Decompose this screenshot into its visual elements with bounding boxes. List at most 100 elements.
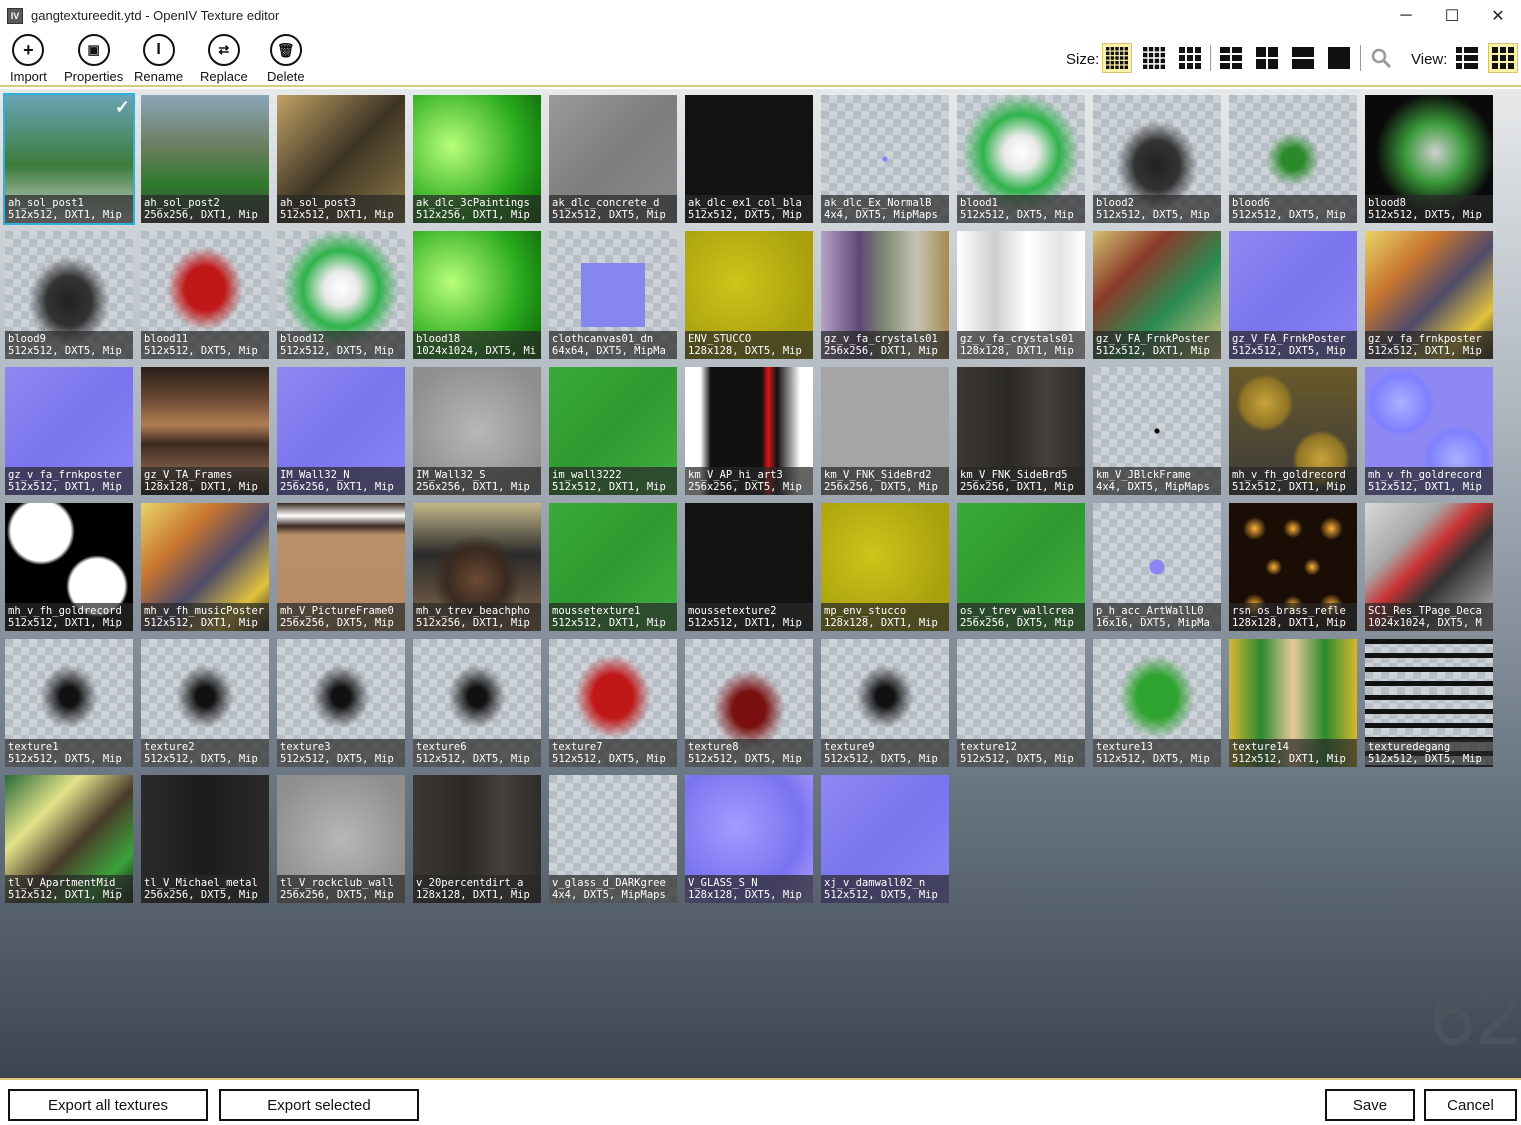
- texture-tile[interactable]: mh_v_trev_beachpho 512x256, DXT1, Mip: [413, 503, 541, 631]
- texture-tile[interactable]: blood18 1024x1024, DXT5, Mi: [413, 231, 541, 359]
- texture-tile[interactable]: gz_v_fa_frnkposter 512x512, DXT1, Mip: [1365, 231, 1493, 359]
- texture-tile[interactable]: mh_v_fh_musicPoster 512x512, DXT1, Mip: [141, 503, 269, 631]
- texture-tile[interactable]: gz_V_FA_FrnkPoster 512x512, DXT1, Mip: [1093, 231, 1221, 359]
- export-selected-button[interactable]: Export selected: [219, 1089, 419, 1121]
- texture-tile[interactable]: tl_V_Michael_metal 256x256, DXT5, Mip: [141, 775, 269, 903]
- texture-tile[interactable]: texturedegang 512x512, DXT5, Mip: [1365, 639, 1493, 767]
- texture-tile[interactable]: p_h_acc_ArtWallL0 16x16, DXT5, MipMa: [1093, 503, 1221, 631]
- size-list-button[interactable]: [1216, 43, 1246, 73]
- texture-caption: IM_Wall32_S 256x256, DXT1, Mip: [413, 467, 541, 495]
- texture-tile[interactable]: tl_V_ApartmentMid_ 512x512, DXT1, Mip: [5, 775, 133, 903]
- texture-tile[interactable]: mh_v_fh_goldrecord 512x512, DXT1, Mip: [1229, 367, 1357, 495]
- replace-button[interactable]: ⇄ Replace: [200, 34, 248, 84]
- texture-tile[interactable]: mh_v_fh_goldrecord 512x512, DXT1, Mip: [1365, 367, 1493, 495]
- texture-tile[interactable]: blood11 512x512, DXT5, Mip: [141, 231, 269, 359]
- texture-tile[interactable]: texture7 512x512, DXT5, Mip: [549, 639, 677, 767]
- texture-grid: 62 ah_sol_post1 512x512, DXT1, Mip ✓ ah_sol…: [0, 89, 1521, 1078]
- texture-tile[interactable]: moussetexture1 512x512, DXT1, Mip: [549, 503, 677, 631]
- texture-tile[interactable]: blood1 512x512, DXT5, Mip: [957, 95, 1085, 223]
- view-grid-button[interactable]: [1488, 43, 1518, 73]
- zoom-button[interactable]: [1366, 43, 1396, 73]
- view-list-button[interactable]: [1452, 43, 1482, 73]
- texture-tile[interactable]: km_V_AP_hi_art3 256x256, DXT5, Mip: [685, 367, 813, 495]
- size-wide-button[interactable]: [1288, 43, 1318, 73]
- maximize-button[interactable]: ☐: [1429, 0, 1475, 31]
- texture-tile[interactable]: V_GLASS_S_N 128x128, DXT5, Mip: [685, 775, 813, 903]
- texture-tile[interactable]: blood2 512x512, DXT5, Mip: [1093, 95, 1221, 223]
- close-button[interactable]: ✕: [1475, 0, 1521, 31]
- magnifier-icon: [1371, 48, 1392, 69]
- texture-tile[interactable]: texture14 512x512, DXT1, Mip: [1229, 639, 1357, 767]
- texture-tile[interactable]: mp_env_stucco 128x128, DXT1, Mip: [821, 503, 949, 631]
- texture-tile[interactable]: IM_Wall32_N 256x256, DXT1, Mip: [277, 367, 405, 495]
- texture-tile[interactable]: texture3 512x512, DXT5, Mip: [277, 639, 405, 767]
- texture-tile[interactable]: km_V_FNK_SideBrd5 256x256, DXT1, Mip: [957, 367, 1085, 495]
- texture-tile[interactable]: ah_sol_post2 256x256, DXT1, Mip: [141, 95, 269, 223]
- texture-tile[interactable]: gz_V_TA_Frames 128x128, DXT1, Mip: [141, 367, 269, 495]
- texture-tile[interactable]: moussetexture2 512x512, DXT1, Mip: [685, 503, 813, 631]
- texture-tile[interactable]: texture8 512x512, DXT5, Mip: [685, 639, 813, 767]
- texture-tile[interactable]: gz_v_fa_crystals01 256x256, DXT1, Mip: [821, 231, 949, 359]
- texture-caption: moussetexture2 512x512, DXT1, Mip: [685, 603, 813, 631]
- texture-tile[interactable]: ak_dlc_Ex_NormalB 4x4, DXT5, MipMaps: [821, 95, 949, 223]
- texture-info: 512x512, DXT5, Mip: [824, 889, 938, 901]
- cancel-button[interactable]: Cancel: [1424, 1089, 1517, 1121]
- import-button[interactable]: + Import: [10, 34, 47, 84]
- texture-tile[interactable]: blood6 512x512, DXT5, Mip: [1229, 95, 1357, 223]
- texture-tile[interactable]: rsn_os_brass_refle 128x128, DXT1, Mip: [1229, 503, 1357, 631]
- texture-tile[interactable]: ah_sol_post1 512x512, DXT1, Mip ✓: [3, 93, 135, 225]
- texture-tile[interactable]: gz_v_fa_crystals01 128x128, DXT1, Mip: [957, 231, 1085, 359]
- texture-tile[interactable]: ak_dlc_3cPaintings 512x256, DXT1, Mip: [413, 95, 541, 223]
- texture-info: 128x128, DXT5, Mip: [688, 889, 802, 901]
- rename-button[interactable]: I Rename: [134, 34, 183, 84]
- texture-tile[interactable]: texture6 512x512, DXT5, Mip: [413, 639, 541, 767]
- texture-tile[interactable]: xj_v_damwall02_n 512x512, DXT5, Mip: [821, 775, 949, 903]
- texture-tile[interactable]: clothcanvas01_dn 64x64, DXT5, MipMa: [549, 231, 677, 359]
- texture-caption: gz_v_fa_frnkposter 512x512, DXT1, Mip: [5, 467, 133, 495]
- size-small-button[interactable]: [1139, 43, 1169, 73]
- texture-tile[interactable]: IM_Wall32_S 256x256, DXT1, Mip: [413, 367, 541, 495]
- texture-name: gz_V_FA_FrnkPoster: [1232, 333, 1346, 345]
- texture-tile[interactable]: tl_V_rockclub_wall 256x256, DXT5, Mip: [277, 775, 405, 903]
- size-large-button[interactable]: [1252, 43, 1282, 73]
- texture-tile[interactable]: texture12 512x512, DXT5, Mip: [957, 639, 1085, 767]
- texture-tile[interactable]: mh_V_PictureFrame0 256x256, DXT5, Mip: [277, 503, 405, 631]
- texture-tile[interactable]: os_v_trev_wallcrea 256x256, DXT5, Mip: [957, 503, 1085, 631]
- texture-caption: clothcanvas01_dn 64x64, DXT5, MipMa: [549, 331, 677, 359]
- properties-button[interactable]: ▣ Properties: [64, 34, 123, 84]
- texture-tile[interactable]: gz_V_FA_FrnkPoster 512x512, DXT5, Mip: [1229, 231, 1357, 359]
- save-button[interactable]: Save: [1325, 1089, 1415, 1121]
- texture-tile[interactable]: km_V_FNK_SideBrd2 256x256, DXT5, Mip: [821, 367, 949, 495]
- texture-name: tl_V_ApartmentMid_: [8, 877, 122, 889]
- minimize-button[interactable]: ─: [1383, 0, 1429, 31]
- size-full-button[interactable]: [1324, 43, 1354, 73]
- texture-tile[interactable]: km_V_JBlckFrame 4x4, DXT5, MipMaps: [1093, 367, 1221, 495]
- texture-info: 256x256, DXT1, Mip: [144, 209, 258, 221]
- texture-tile[interactable]: texture9 512x512, DXT5, Mip: [821, 639, 949, 767]
- texture-tile[interactable]: texture2 512x512, DXT5, Mip: [141, 639, 269, 767]
- texture-tile[interactable]: blood9 512x512, DXT5, Mip: [5, 231, 133, 359]
- texture-caption: mh_v_fh_goldrecord 512x512, DXT1, Mip: [5, 603, 133, 631]
- texture-tile[interactable]: SC1_Res_TPage_Deca 1024x1024, DXT5, M: [1365, 503, 1493, 631]
- export-all-button[interactable]: Export all textures: [8, 1089, 208, 1121]
- texture-caption: texture9 512x512, DXT5, Mip: [821, 739, 949, 767]
- texture-tile[interactable]: texture1 512x512, DXT5, Mip: [5, 639, 133, 767]
- texture-info: 512x512, DXT1, Mip: [552, 617, 666, 629]
- texture-tile[interactable]: texture13 512x512, DXT5, Mip: [1093, 639, 1221, 767]
- texture-tile[interactable]: im_wall3222 512x512, DXT1, Mip: [549, 367, 677, 495]
- size-smallest-button[interactable]: [1102, 43, 1132, 73]
- texture-tile[interactable]: mh_v_fh_goldrecord 512x512, DXT1, Mip: [5, 503, 133, 631]
- texture-name: texture9: [824, 741, 875, 753]
- texture-tile[interactable]: ah_sol_post3 512x512, DXT1, Mip: [277, 95, 405, 223]
- texture-tile[interactable]: blood8 512x512, DXT5, Mip: [1365, 95, 1493, 223]
- texture-tile[interactable]: ak_dlc_concrete_d 512x512, DXT5, Mip: [549, 95, 677, 223]
- delete-button[interactable]: 🗑 Delete: [267, 34, 305, 84]
- texture-name: SC1_Res_TPage_Deca: [1368, 605, 1482, 617]
- texture-tile[interactable]: gz_v_fa_frnkposter 512x512, DXT1, Mip: [5, 367, 133, 495]
- texture-tile[interactable]: v_20percentdirt_a 128x128, DXT1, Mip: [413, 775, 541, 903]
- size-medium-button[interactable]: [1175, 43, 1205, 73]
- texture-tile[interactable]: v_glass_d_DARKgree 4x4, DXT5, MipMaps: [549, 775, 677, 903]
- texture-tile[interactable]: ENV_STUCCO 128x128, DXT5, Mip: [685, 231, 813, 359]
- texture-tile[interactable]: blood12 512x512, DXT5, Mip: [277, 231, 405, 359]
- texture-tile[interactable]: ak_dlc_ex1_col_bla 512x512, DXT5, Mip: [685, 95, 813, 223]
